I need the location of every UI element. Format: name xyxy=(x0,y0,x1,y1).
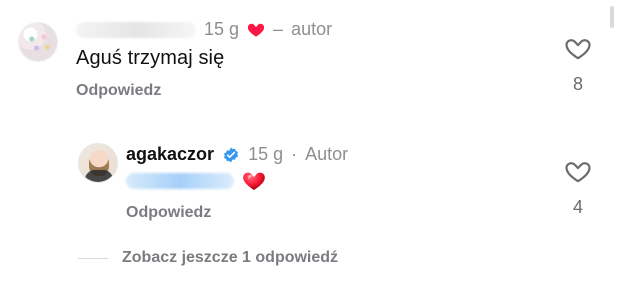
verified-badge-icon xyxy=(222,146,240,164)
comment-author-role: autor xyxy=(291,19,333,39)
blurred-username xyxy=(76,21,196,38)
meta-dot: · xyxy=(291,144,298,164)
reply-author-role: Autor xyxy=(305,144,349,164)
meta-separator: – xyxy=(273,19,284,39)
comment-text: Aguś trzymaj się xyxy=(76,47,225,69)
comment-meta: 15 g – autor xyxy=(76,19,332,40)
divider xyxy=(78,257,108,259)
reply-username[interactable]: agakaczor xyxy=(126,144,214,165)
view-more-replies[interactable]: Zobacz jeszcze 1 odpowiedź xyxy=(78,249,338,267)
heart-3d-icon xyxy=(242,169,266,193)
view-more-replies-label[interactable]: Zobacz jeszcze 1 odpowiedź xyxy=(122,249,338,267)
heart-outline-icon xyxy=(565,159,591,190)
blurred-mention[interactable] xyxy=(126,173,234,189)
avatar[interactable] xyxy=(18,22,58,62)
reply-button[interactable]: Odpowiedz xyxy=(76,82,161,100)
like-count: 8 xyxy=(572,74,583,94)
heart-outline-icon xyxy=(565,36,591,67)
like-button[interactable] xyxy=(564,37,592,65)
comment-time: 15 g xyxy=(204,19,240,39)
reply-meta: agakaczor 15 g · Autor xyxy=(126,144,348,165)
like-button[interactable] xyxy=(564,160,592,188)
avatar[interactable] xyxy=(78,143,118,183)
reply-text xyxy=(126,169,266,193)
scrollbar-thumb[interactable] xyxy=(610,6,614,28)
heart-filled-icon xyxy=(247,21,265,39)
reply-time: 15 g xyxy=(248,144,284,164)
like-count: 4 xyxy=(572,197,583,217)
reply-button[interactable]: Odpowiedz xyxy=(126,204,211,222)
